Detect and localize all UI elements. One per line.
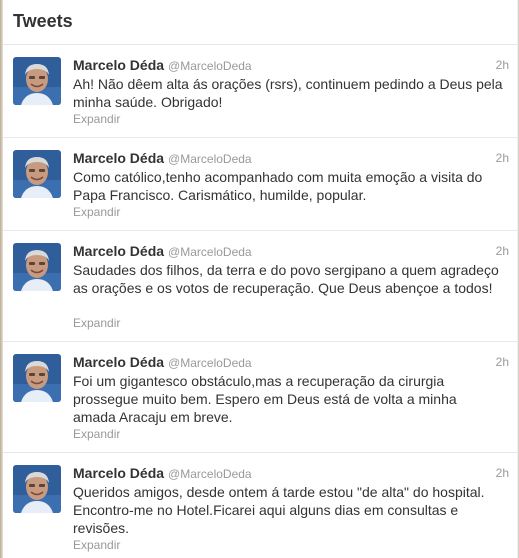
tweet-timestamp[interactable]: 2h bbox=[496, 466, 509, 480]
author-username[interactable]: @MarceloDeda bbox=[168, 152, 252, 166]
avatar[interactable] bbox=[13, 465, 61, 513]
tweet[interactable]: Marcelo Déda @MarceloDeda 2h Queridos ami… bbox=[3, 453, 517, 558]
author-name[interactable]: Marcelo Déda bbox=[73, 465, 164, 481]
tweet[interactable]: Marcelo Déda @MarceloDeda 2h Foi um gigan… bbox=[3, 342, 517, 453]
author-name[interactable]: Marcelo Déda bbox=[73, 57, 164, 73]
tweet-header: Marcelo Déda @MarceloDeda bbox=[73, 465, 252, 483]
tweet-timestamp[interactable]: 2h bbox=[496, 355, 509, 369]
tweet-header: Marcelo Déda @MarceloDeda bbox=[73, 150, 252, 168]
avatar-image bbox=[13, 354, 61, 402]
author-username[interactable]: @MarceloDeda bbox=[168, 245, 252, 259]
avatar[interactable] bbox=[13, 150, 61, 198]
tweet-header: Marcelo Déda @MarceloDeda bbox=[73, 57, 252, 75]
tweets-panel: Tweets Marcelo Déda @MarceloDeda 2h Ah! N… bbox=[0, 0, 519, 558]
tweet-header: Marcelo Déda @MarceloDeda bbox=[73, 354, 252, 372]
tweet[interactable]: Marcelo Déda @MarceloDeda 2h Saudades dos… bbox=[3, 231, 517, 342]
author-username[interactable]: @MarceloDeda bbox=[168, 59, 252, 73]
tweet-timestamp[interactable]: 2h bbox=[496, 58, 509, 72]
expand-link[interactable]: Expandir bbox=[73, 205, 120, 219]
author-name[interactable]: Marcelo Déda bbox=[73, 354, 164, 370]
expand-link[interactable]: Expandir bbox=[73, 538, 120, 552]
tweet-text: Ah! Não dêem alta ás orações (rsrs), con… bbox=[73, 76, 503, 110]
page-title: Tweets bbox=[13, 11, 73, 31]
author-name[interactable]: Marcelo Déda bbox=[73, 150, 164, 166]
tweet-text: Como católico,tenho acompanhado com muit… bbox=[73, 169, 483, 203]
tweet-timestamp[interactable]: 2h bbox=[496, 151, 509, 165]
tweet[interactable]: Marcelo Déda @MarceloDeda 2h Ah! Não dêem… bbox=[3, 45, 517, 138]
expand-link[interactable]: Expandir bbox=[73, 316, 120, 330]
author-username[interactable]: @MarceloDeda bbox=[168, 467, 252, 481]
tweet-text: Saudades dos filhos, da terra e do povo … bbox=[73, 262, 499, 296]
avatar-image bbox=[13, 465, 61, 513]
avatar[interactable] bbox=[13, 354, 61, 402]
tweet-text: Queridos amigos, desde ontem á tarde est… bbox=[73, 484, 485, 536]
avatar-image bbox=[13, 150, 61, 198]
avatar[interactable] bbox=[13, 243, 61, 291]
panel-header: Tweets bbox=[3, 0, 517, 45]
author-name[interactable]: Marcelo Déda bbox=[73, 243, 164, 259]
author-username[interactable]: @MarceloDeda bbox=[168, 356, 252, 370]
expand-link[interactable]: Expandir bbox=[73, 427, 120, 441]
avatar-image bbox=[13, 243, 61, 291]
tweet-header: Marcelo Déda @MarceloDeda bbox=[73, 243, 252, 261]
avatar[interactable] bbox=[13, 57, 61, 105]
avatar-image bbox=[13, 57, 61, 105]
tweet-timestamp[interactable]: 2h bbox=[496, 244, 509, 258]
tweet[interactable]: Marcelo Déda @MarceloDeda 2h Como católic… bbox=[3, 138, 517, 231]
expand-link[interactable]: Expandir bbox=[73, 112, 120, 126]
tweet-text: Foi um gigantesco obstáculo,mas a recupe… bbox=[73, 373, 457, 425]
